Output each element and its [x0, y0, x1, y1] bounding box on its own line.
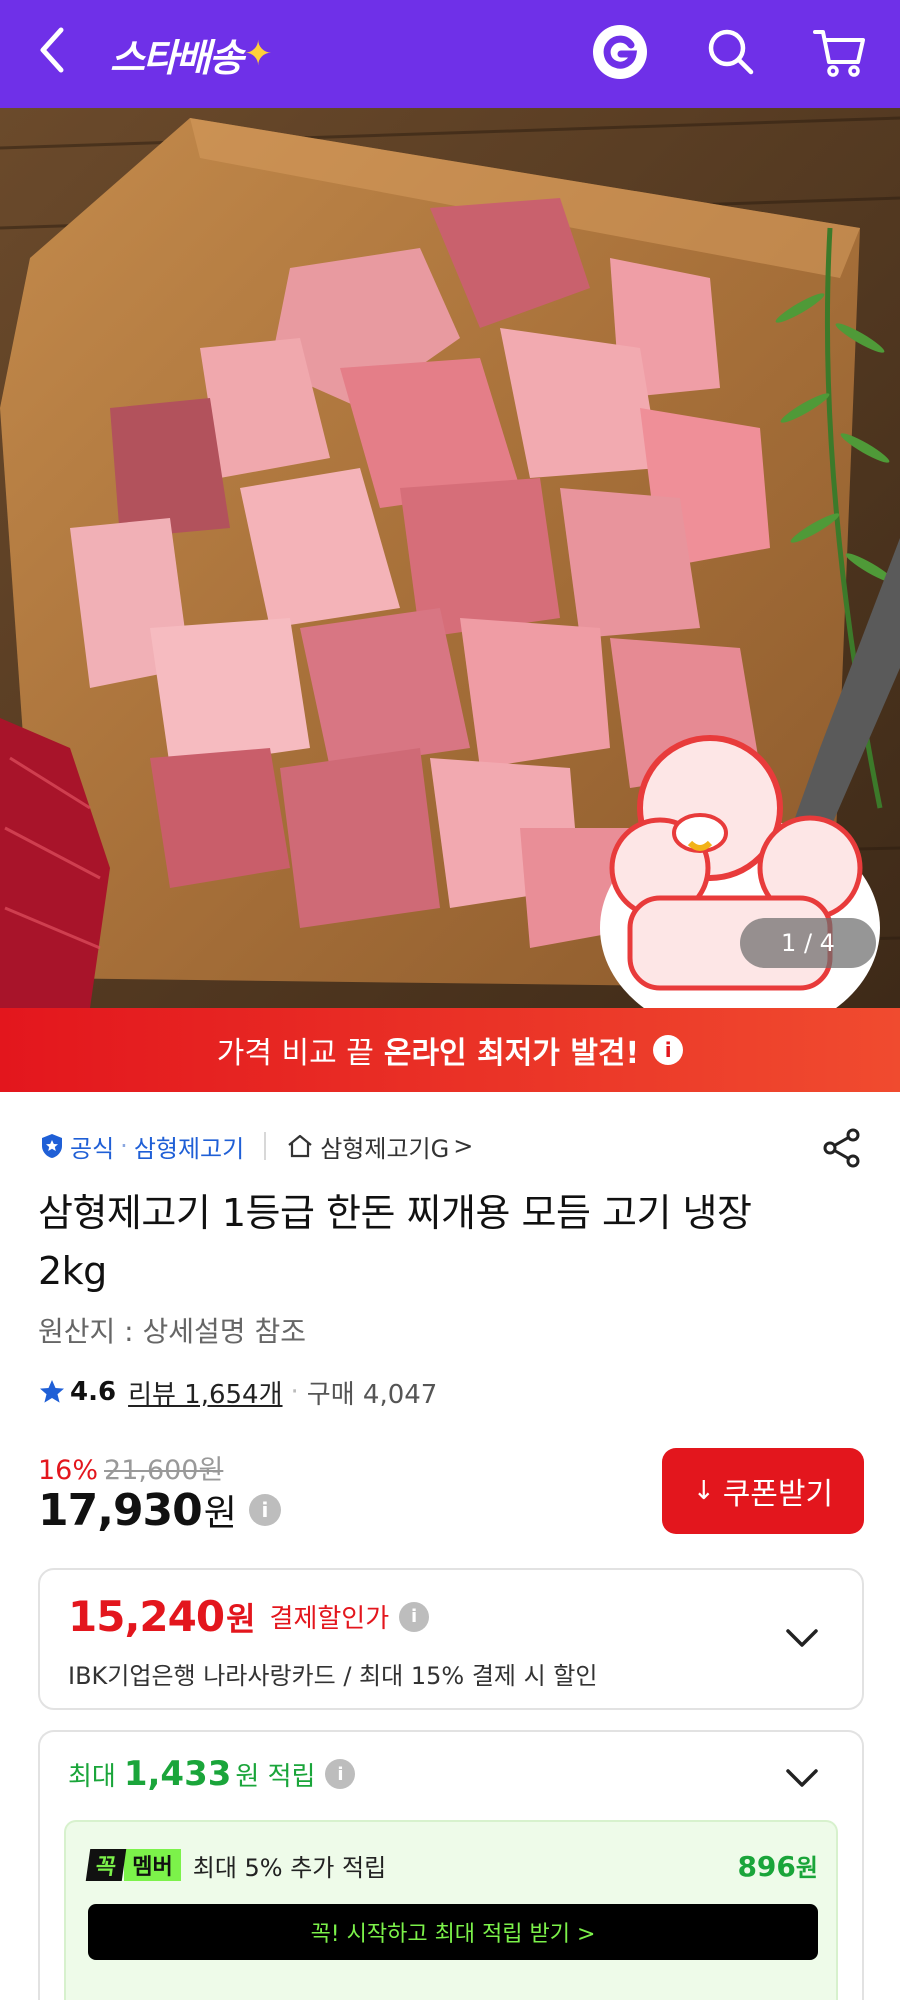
store-link[interactable]: 삼형제고기G > [286, 1129, 473, 1164]
official-badge: 공식 [38, 1129, 114, 1164]
info-icon[interactable]: i [653, 1035, 684, 1065]
original-price: 21,600원 [104, 1455, 224, 1486]
divider [264, 1132, 267, 1160]
back-icon [37, 26, 67, 78]
star-icon [40, 1380, 64, 1403]
membership-start-button[interactable]: 꼭! 시작하고 최대 적립 받기 > [88, 1904, 818, 1960]
card-discount-description: IBK기업은행 나라사랑카드 / 최대 15% 결제 시 할인 [68, 1662, 598, 1690]
membership-panel: 꼭 멤버 최대 5% 추가 적립 896원 꼭! 시작하고 최대 적립 받기 > [64, 1820, 838, 2000]
promo-text-plain: 가격 비교 끝 [216, 1036, 374, 1071]
top-header: 스타배송 ✦ [0, 0, 900, 108]
star-delivery-logo[interactable]: 스타배송 ✦ [110, 26, 272, 82]
cart-button[interactable] [808, 22, 872, 86]
chevron-down-icon [786, 1629, 818, 1647]
share-icon [823, 1128, 860, 1168]
reward-prefix: 최대 [68, 1761, 116, 1792]
expand-button[interactable] [782, 1618, 822, 1658]
official-label: 공식 [70, 1134, 115, 1163]
rating-score: 4.6 [70, 1377, 117, 1407]
coupon-label: 쿠폰받기 [722, 1477, 834, 1512]
info-icon[interactable]: i [248, 1494, 281, 1526]
membership-description: 최대 5% 추가 적립 [192, 1853, 387, 1882]
reward-suffix: 원 적립 [235, 1761, 316, 1792]
reward-box[interactable]: 최대 1,433 원 적립 i 꼭 멤버 최대 5% 추가 적립 896원 꼭!… [38, 1730, 864, 2000]
seller-name-link[interactable]: 삼형제고기 [134, 1129, 244, 1164]
store-link-label: 삼형제고기G [320, 1134, 450, 1163]
membership-amount-value: 896 [737, 1849, 796, 1883]
sale-price: 17,930 [38, 1484, 203, 1536]
lowest-price-banner[interactable]: 가격 비교 끝 온라인 최저가 발견! i [0, 1008, 900, 1092]
separator-dot: · [120, 1132, 128, 1160]
expand-button[interactable] [782, 1758, 822, 1798]
membership-badge: 꼭 멤버 [85, 1849, 181, 1881]
product-origin: 원산지 : 상세설명 참조 [38, 1315, 306, 1348]
product-image-carousel[interactable] [0, 108, 900, 1008]
purchase-count: 구매 4,047 [306, 1379, 438, 1410]
logo-sparkle-icon: ✦ [243, 34, 272, 74]
download-icon: ↓ [692, 1476, 715, 1506]
membership-amount-unit: 원 [795, 1853, 818, 1882]
logo-text: 스타배송 [110, 35, 244, 80]
info-icon[interactable]: i [399, 1601, 430, 1632]
info-icon[interactable]: i [325, 1759, 356, 1789]
membership-badge-left: 꼭 [85, 1849, 127, 1881]
membership-row: 꼭 멤버 최대 5% 추가 적립 896원 [85, 1846, 818, 1884]
product-title: 삼형제고기 1등급 한돈 찌개용 모듬 고기 냉장 2kg [38, 1191, 752, 1293]
promo-text-strong: 온라인 최저가 발견! [383, 1036, 640, 1071]
separator-dot: · [290, 1377, 299, 1407]
review-count-link[interactable]: 리뷰 1,654개 [128, 1374, 282, 1411]
share-button[interactable] [818, 1124, 866, 1172]
search-button[interactable] [699, 22, 763, 86]
discount-rate: 16% [38, 1455, 99, 1486]
price-unit: 원 [203, 1493, 237, 1534]
home-icon [288, 1134, 312, 1158]
reward-header: 최대 1,433 원 적립 i [68, 1754, 356, 1794]
card-discount-amount: 15,240 [68, 1592, 225, 1641]
gmarket-g-icon [591, 23, 649, 85]
chevron-right-icon: > [453, 1132, 474, 1160]
product-photo [0, 108, 900, 1008]
cart-icon [812, 24, 868, 84]
membership-amount: 896원 [737, 1848, 818, 1883]
get-coupon-button[interactable]: ↓ 쿠폰받기 [662, 1448, 864, 1534]
seller-row: 공식 · 삼형제고기 삼형제고기G > [38, 1124, 473, 1168]
membership-badge-right: 멤버 [124, 1849, 181, 1881]
reward-amount: 1,433 [123, 1754, 232, 1794]
search-icon [706, 27, 756, 81]
rating-row: 4.6 리뷰 1,654개 · 구매 4,047 [38, 1372, 437, 1412]
card-discount-label: 결제할인가 [269, 1604, 390, 1634]
card-discount-price: 15,240 원 결제할인가 i [68, 1592, 430, 1641]
verified-shield-icon [42, 1134, 62, 1158]
price-row: 17,930 원 i [38, 1484, 281, 1536]
chevron-down-icon [786, 1769, 818, 1787]
gmarket-home-button[interactable] [588, 22, 652, 86]
card-discount-unit: 원 [226, 1599, 256, 1638]
discount-row: 16% 21,600원 [38, 1448, 223, 1487]
card-discount-box[interactable]: 15,240 원 결제할인가 i IBK기업은행 나라사랑카드 / 최대 15%… [38, 1568, 864, 1710]
back-button[interactable] [30, 22, 74, 82]
image-counter: 1 / 4 [740, 918, 876, 968]
image-counter-text: 1 / 4 [781, 929, 835, 957]
